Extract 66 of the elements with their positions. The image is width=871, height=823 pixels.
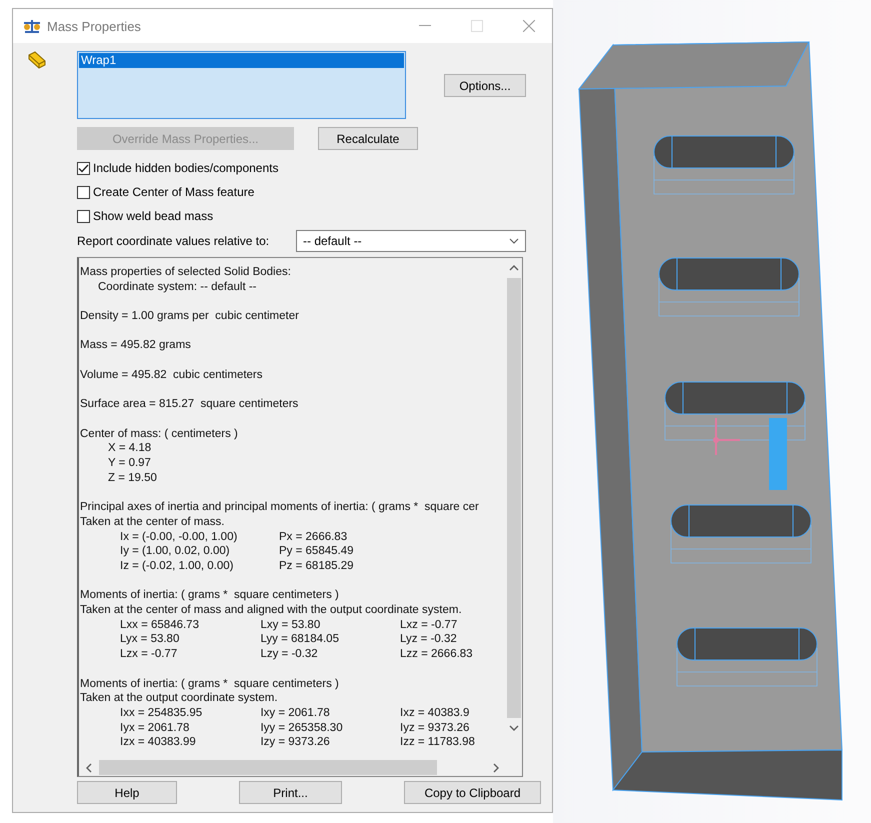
checkbox-label: Show weld bead mass xyxy=(93,209,214,223)
minimize-icon[interactable] xyxy=(419,25,431,27)
scroll-left-icon[interactable] xyxy=(85,762,93,772)
window-title: Mass Properties xyxy=(47,18,142,34)
report-value: Iyz = 9373.26 xyxy=(400,720,470,736)
report-line: Taken at the center of mass and aligned with the output coordinate system. xyxy=(80,603,463,618)
report-line: Moments of inertia: ( grams * square centimeters ) xyxy=(80,588,340,604)
options-button[interactable]: Options... xyxy=(444,74,526,97)
report-line: Taken at the center of mass. xyxy=(80,514,226,530)
report-value: Izz = 11783.98 xyxy=(400,735,476,750)
report-text-area[interactable] xyxy=(77,257,523,777)
report-value: Lxy = 53.80 xyxy=(260,618,322,632)
checkbox[interactable] xyxy=(77,162,90,174)
checkbox[interactable] xyxy=(77,186,90,198)
list-item[interactable]: Wrap1 xyxy=(79,53,404,68)
report-value: Izy = 9373.26 xyxy=(260,735,331,750)
report-value: Px = 2666.83 xyxy=(279,530,348,544)
part-icon xyxy=(27,51,47,69)
report-value: Lzy = -0.32 xyxy=(260,647,319,662)
report-line: Surface area = 815.27 square centimeters xyxy=(80,397,300,412)
report-value: Ixz = 40383.9 xyxy=(400,706,470,721)
scroll-down-icon[interactable] xyxy=(509,724,519,732)
report-value: Lyy = 68184.05 xyxy=(260,632,340,648)
checkbox[interactable] xyxy=(77,210,90,222)
report-value: Lzx = -0.77 xyxy=(120,647,178,662)
report-line: Density = 1.00 grams per cubic centimeter xyxy=(80,309,300,324)
report-line: Z = 19.50 xyxy=(107,470,158,486)
report-line: Principal axes of inertia and principal moments of inertia: ( grams * square cer xyxy=(80,500,480,515)
report-value: Lxx = 65846.73 xyxy=(120,618,200,632)
report-value: Ixy = 2061.78 xyxy=(260,706,331,721)
close-icon[interactable] xyxy=(523,20,535,32)
report-line: Volume = 495.82 cubic centimeters xyxy=(80,368,264,383)
report-line: Taken at the output coordinate system. xyxy=(80,691,279,706)
dialog-button[interactable]: Copy to Clipboard xyxy=(404,781,541,804)
coordinate-label: Report coordinate values relative to: xyxy=(77,234,270,248)
report-line: Moments of inertia: ( grams * square centimeters ) xyxy=(80,676,340,692)
checkbox-label: Create Center of Mass feature xyxy=(93,185,254,199)
report-value: Iyx = 2061.78 xyxy=(120,720,190,736)
recalculate-button[interactable]: Recalculate xyxy=(318,127,418,150)
report-value: Pz = 68185.29 xyxy=(279,558,354,574)
dialog-button[interactable]: Help xyxy=(77,781,177,804)
coordinate-dropdown[interactable]: -- default -- xyxy=(296,230,526,252)
report-value: Py = 65845.49 xyxy=(279,544,354,559)
report-line: Y = 0.97 xyxy=(107,456,152,471)
dialog-button[interactable]: Print... xyxy=(239,781,342,804)
report-value: Ix = (-0.00, -0.00, 1.00) xyxy=(120,530,238,544)
report-line: Coordinate system: -- default -- xyxy=(97,280,258,294)
report-value: Iz = (-0.02, 1.00, 0.00) xyxy=(120,558,234,574)
report-value: Iy = (1.00, 0.02, 0.00) xyxy=(120,544,231,559)
selection-list[interactable]: Wrap1 xyxy=(77,51,406,119)
checkbox-label: Include hidden bodies/components xyxy=(93,161,278,175)
report-line: X = 4.18 xyxy=(107,441,152,456)
report-value: Lzz = 2666.83 xyxy=(400,647,474,662)
scroll-up-icon[interactable] xyxy=(509,264,519,272)
scroll-right-icon[interactable] xyxy=(492,762,500,772)
report-line: Center of mass: ( centimeters ) xyxy=(80,426,239,442)
report-line: Mass = 495.82 grams xyxy=(80,338,192,354)
report-value: Izx = 40383.99 xyxy=(120,735,197,750)
report-value: Lxz = -0.77 xyxy=(400,618,458,632)
caret-icon xyxy=(509,238,519,244)
report-value: Ixx = 254835.95 xyxy=(120,706,204,721)
report-line: Mass properties of selected Solid Bodies: xyxy=(80,265,292,280)
report-value: Lyx = 53.80 xyxy=(120,632,180,648)
report-value: Iyy = 265358.30 xyxy=(260,720,344,736)
scale-icon xyxy=(23,19,41,33)
report-value: Lyz = -0.32 xyxy=(400,632,458,648)
